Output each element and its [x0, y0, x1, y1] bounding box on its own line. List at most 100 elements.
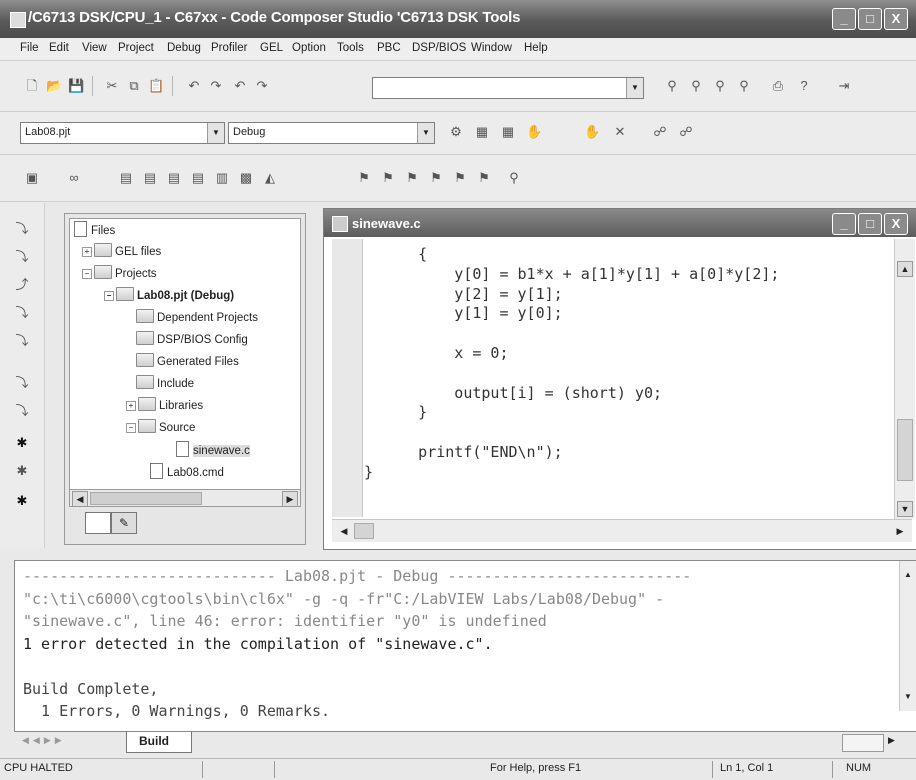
memory-icon[interactable]: ▤ — [118, 170, 134, 186]
set-pc-icon[interactable]: ⤵ — [14, 333, 30, 349]
bookmark-next-icon[interactable]: ⚑ — [380, 170, 396, 186]
scroll-left-icon[interactable]: ◀ — [72, 491, 88, 507]
source-mode-icon[interactable]: ⚑ — [476, 170, 492, 186]
animate-icon[interactable]: ✱ — [14, 493, 30, 509]
tree-item[interactable]: − Lab08.pjt (Debug) — [104, 287, 234, 307]
copy-icon[interactable]: ⧉ — [126, 78, 142, 94]
undo-icon[interactable]: ↶ — [186, 78, 202, 94]
menu-option[interactable]: Option — [292, 42, 326, 54]
tree-item[interactable]: DSP/BIOS Config — [136, 331, 248, 351]
tree-item[interactable]: Files — [74, 221, 115, 241]
scroll-down-icon[interactable]: ▼ — [902, 691, 914, 703]
cut-icon[interactable]: ✂ — [104, 78, 120, 94]
scroll-right-icon[interactable]: ▶ — [894, 524, 906, 538]
editor-maximize-button[interactable]: □ — [858, 213, 882, 235]
probe-point-icon[interactable]: ☍ — [652, 124, 668, 140]
step-into-icon[interactable]: ⤵ — [14, 221, 30, 237]
collapse-icon[interactable]: − — [104, 291, 114, 301]
menu-edit[interactable]: Edit — [49, 42, 69, 54]
error-line[interactable]: "sinewave.c", line 46: error: identifier… — [23, 610, 691, 633]
find-next-icon[interactable]: ⚲ — [664, 78, 680, 94]
editor-close-button[interactable]: X — [884, 213, 908, 235]
file-view-tab[interactable] — [85, 512, 111, 534]
find-prev-icon[interactable]: ⚲ — [688, 78, 704, 94]
symbol-browser-icon[interactable]: ◭ — [262, 170, 278, 186]
editor-gutter[interactable] — [332, 239, 363, 517]
project-select[interactable]: Lab08.pjt ▼ — [20, 122, 225, 144]
tree-item[interactable]: − Source — [126, 419, 195, 439]
menu-debug[interactable]: Debug — [167, 42, 201, 54]
compile-icon[interactable]: ⚙ — [448, 124, 464, 140]
run-icon[interactable]: ✱ — [14, 435, 30, 451]
tree-item[interactable]: Generated Files — [136, 353, 239, 373]
bookmark-icon[interactable]: ⚑ — [356, 170, 372, 186]
paste-icon[interactable]: 📋 — [148, 78, 164, 94]
disassembly-icon[interactable]: ▤ — [166, 170, 182, 186]
redo-history-icon[interactable]: ↷ — [254, 78, 270, 94]
scroll-thumb[interactable] — [354, 523, 374, 539]
tree-item[interactable]: Lab08.cmd — [150, 463, 224, 483]
close-button[interactable]: X — [884, 8, 908, 30]
menu-pbc[interactable]: PBC — [377, 42, 401, 54]
call-stack-icon[interactable]: ▤ — [190, 170, 206, 186]
asm-step-into-icon[interactable]: ⤵ — [14, 375, 30, 391]
zoom-icon[interactable]: ⚲ — [506, 170, 522, 186]
menu-help[interactable]: Help — [524, 42, 548, 54]
tree-item[interactable]: Include — [136, 375, 194, 395]
menu-gel[interactable]: GEL — [260, 42, 283, 54]
scroll-thumb[interactable] — [897, 419, 913, 481]
tree-item[interactable]: − Projects — [82, 265, 157, 285]
expand-icon[interactable]: + — [82, 247, 92, 257]
menu-window[interactable]: Window — [471, 42, 512, 54]
asm-step-over-icon[interactable]: ⤵ — [14, 403, 30, 419]
collapse-icon[interactable]: − — [126, 423, 136, 433]
output-horizontal-scrollbar[interactable] — [842, 734, 884, 752]
scroll-down-icon[interactable]: ▼ — [897, 501, 913, 517]
find-in-files-icon[interactable]: ⚲ — [712, 78, 728, 94]
bookmark-view-tab[interactable]: ✎ — [111, 512, 137, 534]
step-out-icon[interactable]: ⤴ — [14, 277, 30, 293]
find-combo[interactable]: ▼ — [372, 77, 644, 99]
undo-history-icon[interactable]: ↶ — [232, 78, 248, 94]
menu-project[interactable]: Project — [118, 42, 154, 54]
menu-dspbios[interactable]: DSP/BIOS — [412, 42, 466, 54]
scroll-thumb[interactable] — [90, 492, 202, 505]
scroll-up-icon[interactable]: ▲ — [897, 261, 913, 277]
tab-nav-icons[interactable]: ◀◀▶▶ — [22, 735, 66, 746]
scroll-up-icon[interactable]: ▲ — [902, 569, 914, 581]
scroll-right-icon[interactable]: ▶ — [888, 735, 895, 746]
rebuild-all-icon[interactable]: ▦ — [500, 124, 516, 140]
bookmark-prev-icon[interactable]: ⚑ — [404, 170, 420, 186]
tree-item[interactable]: + Libraries — [126, 397, 203, 417]
breakpoint-icon[interactable]: ✋ — [584, 124, 600, 140]
editor-horizontal-scrollbar[interactable]: ◀ ▶ — [332, 519, 912, 542]
halt-icon[interactable]: ✱ — [14, 463, 30, 479]
tree-item-selected[interactable]: sinewave.c — [176, 441, 250, 461]
save-icon[interactable]: 💾 — [68, 78, 84, 94]
chevron-down-icon[interactable]: ▼ — [417, 123, 434, 143]
run-to-cursor-icon[interactable]: ⤵ — [14, 305, 30, 321]
registers-icon[interactable]: ▤ — [142, 170, 158, 186]
output-vertical-scrollbar[interactable]: ▲ ▼ — [899, 561, 916, 711]
build-output[interactable]: ---------------------------- Lab08.pjt -… — [23, 565, 691, 723]
menu-profiler[interactable]: Profiler — [211, 42, 247, 54]
chevron-down-icon[interactable]: ▼ — [207, 123, 224, 143]
maximize-button[interactable]: □ — [858, 8, 882, 30]
tree-item[interactable]: Dependent Projects — [136, 309, 258, 329]
scroll-left-icon[interactable]: ◀ — [338, 524, 350, 538]
step-over-icon[interactable]: ⤵ — [14, 249, 30, 265]
stop-build-icon[interactable]: ✋ — [526, 124, 542, 140]
bookmark-clear-icon[interactable]: ⚑ — [428, 170, 444, 186]
scroll-right-icon[interactable]: ▶ — [282, 491, 298, 507]
editor-vertical-scrollbar[interactable]: ▲ ▼ — [894, 239, 915, 519]
redo-icon[interactable]: ↷ — [208, 78, 224, 94]
binoculars-icon[interactable]: ⚲ — [736, 78, 752, 94]
incremental-build-icon[interactable]: ▦ — [474, 124, 490, 140]
editor-minimize-button[interactable]: _ — [832, 213, 856, 235]
new-file-icon[interactable]: 🗋 — [24, 78, 40, 94]
tree-item[interactable]: + GEL files — [82, 243, 161, 263]
menu-file[interactable]: File — [20, 42, 39, 54]
source-code[interactable]: { y[0] = b1*x + a[1]*y[1] + a[0]*y[2]; y… — [364, 245, 779, 483]
minimize-button[interactable]: _ — [832, 8, 856, 30]
indent-icon[interactable]: ⇥ — [836, 78, 852, 94]
